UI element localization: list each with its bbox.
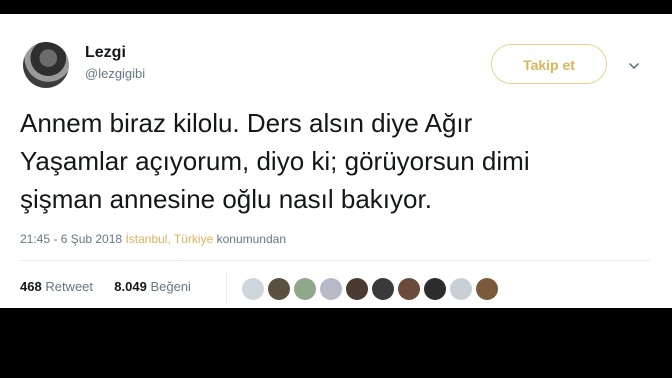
divider (20, 260, 650, 261)
follow-button[interactable]: Takip et (491, 44, 607, 84)
avatar[interactable] (23, 42, 69, 88)
tweet-location[interactable]: İstanbul, Türkiye (125, 232, 213, 246)
tweet-stats: 468 Retweet 8.049 Beğeni (20, 279, 191, 294)
tweet-line: şişman annesine oğlu nasıl bakıyor. (20, 184, 432, 214)
tweet-card: Lezgi @lezgigibi Takip et Annem biraz ki… (0, 14, 672, 308)
like-label[interactable]: Beğeni (150, 279, 190, 294)
liker-avatar[interactable] (294, 278, 316, 300)
user-handle[interactable]: @lezgigibi (85, 66, 145, 81)
tweet-timestamp[interactable]: 21:45 - 6 Şub 2018 (20, 232, 122, 246)
like-count[interactable]: 8.049 (114, 279, 147, 294)
liker-avatar[interactable] (320, 278, 342, 300)
chevron-down-icon[interactable] (628, 60, 640, 72)
retweet-count[interactable]: 468 (20, 279, 42, 294)
tweet-meta: 21:45 - 6 Şub 2018 İstanbul, Türkiye kon… (20, 232, 286, 246)
liker-avatar[interactable] (372, 278, 394, 300)
liker-avatar[interactable] (476, 278, 498, 300)
liker-avatar[interactable] (242, 278, 264, 300)
liker-avatar[interactable] (346, 278, 368, 300)
tweet-line: Yaşamlar açıyorum, diyo ki; görüyorsun d… (20, 146, 530, 176)
display-name[interactable]: Lezgi (85, 44, 126, 62)
liker-avatar[interactable] (450, 278, 472, 300)
tweet-location-suffix: konumundan (216, 232, 286, 246)
liker-avatar[interactable] (424, 278, 446, 300)
liker-avatar[interactable] (268, 278, 290, 300)
retweet-label[interactable]: Retweet (45, 279, 93, 294)
liker-avatar[interactable] (398, 278, 420, 300)
tweet-line: Annem biraz kilolu. Ders alsın diye Ağır (20, 108, 473, 138)
tweet-text: Annem biraz kilolu. Ders alsın diye Ağır… (20, 104, 650, 218)
stats-divider (226, 272, 227, 304)
